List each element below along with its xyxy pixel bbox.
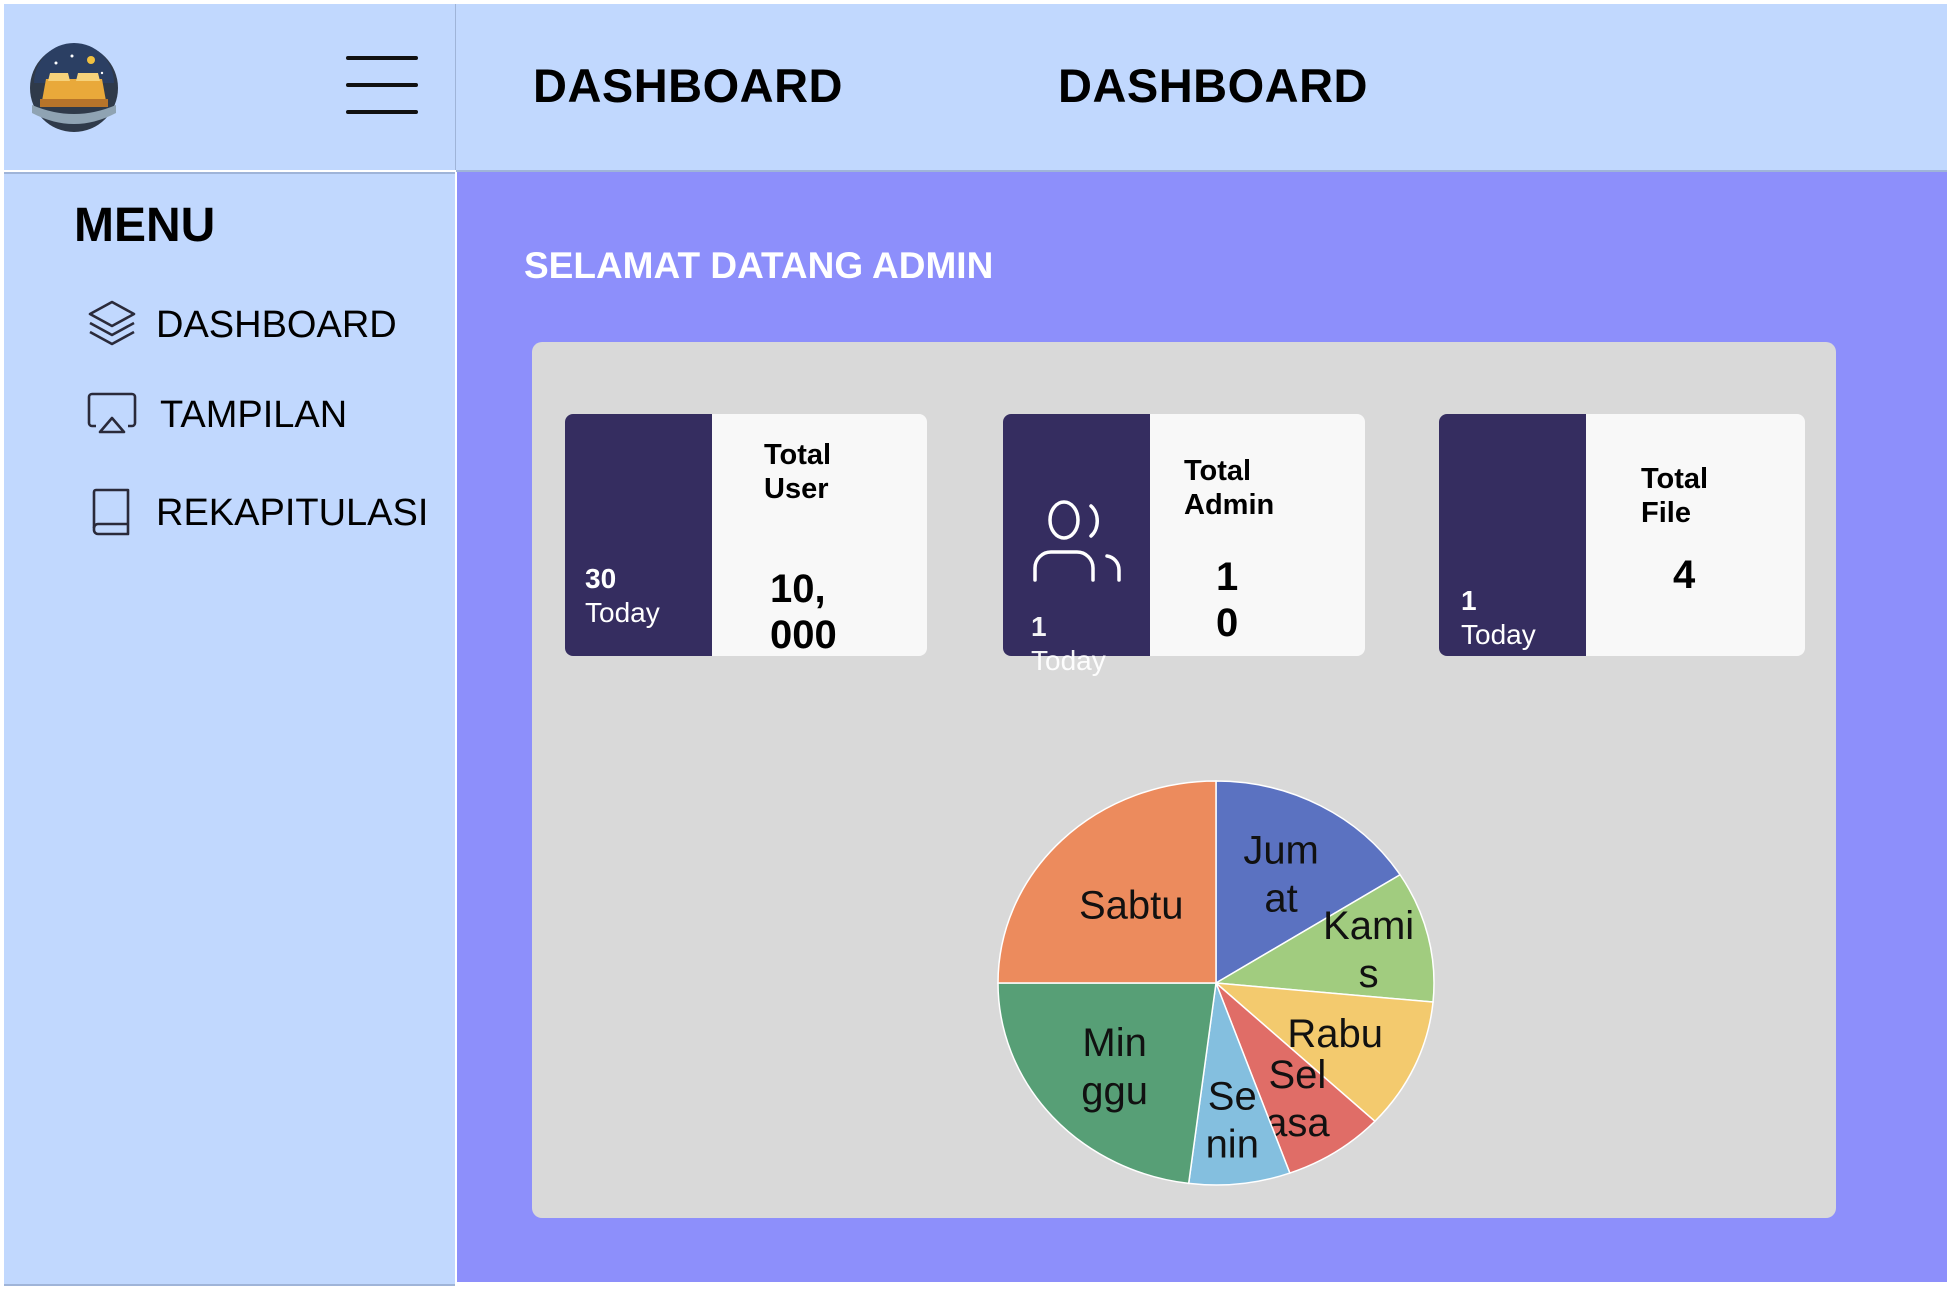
card-value-line: 0 <box>1216 601 1239 645</box>
card-value-line: 10, <box>770 567 826 611</box>
today-count: 1 <box>1461 585 1477 616</box>
card-title-line: User <box>764 473 829 505</box>
card-value: 10, 000 <box>770 566 837 658</box>
card-value-line: 1 <box>1216 555 1239 599</box>
card-value: 4 <box>1673 552 1695 598</box>
today-label: Today <box>1461 619 1536 650</box>
pie-slice-sabtu <box>997 780 1217 984</box>
card-today-stat: 1 Today <box>1461 584 1536 652</box>
card-title-line: Total <box>1641 463 1709 495</box>
airplay-icon <box>87 392 137 434</box>
book-icon <box>92 488 130 536</box>
card-title: Total File <box>1641 462 1708 530</box>
sidebar-item-label: REKAPITULASI <box>156 492 429 534</box>
stat-card-total-file[interactable]: 1 Today Total File 4 <box>1439 414 1805 656</box>
card-title-line: Total <box>764 439 832 471</box>
menu-heading: MENU <box>74 199 216 252</box>
layers-icon <box>88 300 136 346</box>
today-label: Today <box>585 597 660 628</box>
card-today-stat: 30 Today <box>585 562 660 630</box>
card-value: 1 0 <box>1216 554 1238 646</box>
card-today-stat: 1 Today <box>1031 610 1106 678</box>
page-title-secondary: DASHBOARD <box>1058 59 1368 112</box>
sidebar-item-dashboard[interactable]: DASHBOARD <box>84 296 444 366</box>
sidebar-item-label: TAMPILAN <box>160 394 348 436</box>
pie-label-sabtu: Sabtu <box>1079 883 1184 927</box>
users-icon <box>1033 500 1121 582</box>
card-title: Total User <box>764 438 831 506</box>
today-count: 1 <box>1031 611 1047 642</box>
card-title-line: Total <box>1184 455 1252 487</box>
weekday-pie-chart: Jum atKami sRabuSel asaSe ninMin gguSabtu <box>997 780 1435 1186</box>
sidebar-item-rekapitulasi[interactable]: REKAPITULASI <box>84 484 444 554</box>
card-value-line: 4 <box>1673 553 1696 597</box>
sidebar-item-label: DASHBOARD <box>156 304 397 346</box>
card-title-line: Admin <box>1184 489 1275 521</box>
card-title: Total Admin <box>1184 454 1274 522</box>
hamburger-icon[interactable] <box>346 56 418 114</box>
card-value-line: 000 <box>770 613 837 657</box>
hotel-bed-logo[interactable] <box>28 43 120 133</box>
stat-card-total-user[interactable]: 30 Today Total User 10, 000 <box>565 414 927 658</box>
today-count: 30 <box>585 563 617 594</box>
welcome-heading: SELAMAT DATANG ADMIN <box>524 245 994 286</box>
page-title: DASHBOARD <box>533 59 843 112</box>
card-title-line: File <box>1641 497 1691 529</box>
stat-card-total-admin[interactable]: 1 Today Total Admin 1 0 <box>1003 414 1365 676</box>
pie-label-rabu: Rabu <box>1287 1012 1383 1056</box>
today-label: Today <box>1031 645 1106 676</box>
sidebar-item-tampilan[interactable]: TAMPILAN <box>84 386 444 456</box>
